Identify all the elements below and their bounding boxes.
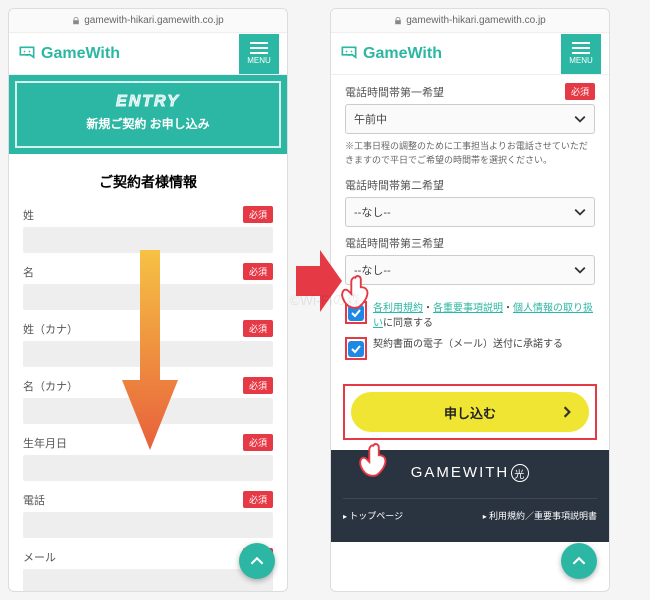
field-input[interactable] [23, 455, 273, 481]
agree-edoc-text: 契約書面の電子（メール）送付に承諾する [373, 337, 563, 352]
field-label: 電話 [23, 492, 45, 508]
field-input[interactable] [23, 569, 273, 591]
terms-link[interactable]: 各利用規約 [373, 303, 423, 314]
scroll-top-button[interactable] [561, 543, 597, 579]
entry-title: ENTRY [23, 93, 273, 111]
field-5: 電話 必須 [23, 491, 273, 538]
header: GameWith MENU [9, 33, 287, 75]
field-label: 名（カナ） [23, 378, 78, 394]
logo[interactable]: GameWith [17, 44, 120, 64]
chevron-down-icon [574, 206, 586, 218]
logo-icon [17, 44, 37, 64]
check-icon [351, 308, 361, 318]
logo[interactable]: GameWith [339, 44, 442, 64]
check-icon [351, 344, 361, 354]
chevron-up-icon [250, 554, 264, 568]
required-badge: 必須 [243, 263, 273, 280]
field-input[interactable] [23, 512, 273, 538]
field-label: 姓（カナ） [23, 321, 78, 337]
submit-label: 申し込む [444, 403, 496, 422]
slot3-select[interactable]: --なし-- [345, 255, 595, 285]
menu-label: MENU [247, 56, 271, 65]
entry-subtitle: 新規ご契約 お申し込み [23, 115, 273, 132]
footer-link-terms[interactable]: 利用規約／重要事項説明書 [483, 509, 597, 522]
url-bar: gamewith-hikari.gamewith.co.jp [9, 9, 287, 33]
field-label: 生年月日 [23, 435, 67, 451]
menu-label: MENU [569, 56, 593, 65]
page-body-right: 電話時間帯第一希望 必須 午前中 ※工事日程の調整のために工事担当よりお電話させ… [331, 75, 609, 591]
chevron-down-icon [574, 264, 586, 276]
agree-terms-row: 各利用規約・各重要事項説明・個人情報の取り扱いに同意する [345, 301, 595, 331]
agree-edoc-checkbox[interactable] [348, 341, 364, 357]
header: GameWith MENU [331, 33, 609, 75]
field-label: 姓 [23, 207, 34, 223]
important-link[interactable]: 各重要事項説明 [433, 303, 503, 314]
slot-note: ※工事日程の調整のために工事担当よりお電話させていただきますので平日でご希望の時… [345, 140, 595, 167]
slot3-label: 電話時間帯第三希望 [345, 235, 444, 251]
footer-logo-badge: 光 [511, 464, 529, 482]
agree-edoc-row: 契約書面の電子（メール）送付に承諾する [345, 337, 595, 360]
screenshot-right: gamewith-hikari.gamewith.co.jp GameWith … [330, 8, 610, 592]
footer-logo: GAMEWITH光 [343, 464, 597, 482]
required-badge: 必須 [243, 320, 273, 337]
chevron-down-icon [574, 113, 586, 125]
slot1-value: 午前中 [354, 111, 387, 127]
chevron-right-icon [561, 406, 573, 418]
field-label: 名 [23, 264, 34, 280]
form-section-title: ご契約者様情報 [23, 172, 273, 192]
slot2-label: 電話時間帯第二希望 [345, 177, 444, 193]
submit-highlight: 申し込む [343, 384, 597, 440]
field-1: 名 必須 [23, 263, 273, 310]
required-badge: 必須 [243, 206, 273, 223]
menu-button[interactable]: MENU [239, 34, 279, 74]
submit-button[interactable]: 申し込む [351, 392, 589, 432]
field-6: メール必須 [23, 548, 273, 591]
page-body-left: ENTRY 新規ご契約 お申し込み ご契約者様情報 姓必須名必須姓（カナ）必須名… [9, 75, 287, 591]
lock-icon [72, 17, 80, 25]
field-0: 姓 必須 [23, 206, 273, 253]
screenshot-left: gamewith-hikari.gamewith.co.jp GameWith … [8, 8, 288, 592]
chevron-up-icon [572, 554, 586, 568]
required-badge: 必須 [565, 83, 595, 100]
field-3: 名（カナ） 必須 [23, 377, 273, 424]
field-input[interactable] [23, 341, 273, 367]
field-2: 姓（カナ） 必須 [23, 320, 273, 367]
agree-terms-text: 各利用規約・各重要事項説明・個人情報の取り扱いに同意する [373, 301, 595, 331]
hamburger-icon [572, 42, 590, 54]
entry-banner: ENTRY 新規ご契約 お申し込み [9, 75, 287, 154]
menu-button[interactable]: MENU [561, 34, 601, 74]
scroll-top-button[interactable] [239, 543, 275, 579]
slot2-select[interactable]: --なし-- [345, 197, 595, 227]
url-bar: gamewith-hikari.gamewith.co.jp [331, 9, 609, 33]
field-input[interactable] [23, 227, 273, 253]
required-badge: 必須 [243, 434, 273, 451]
logo-text: GameWith [363, 45, 442, 63]
agree-terms-checkbox[interactable] [348, 305, 364, 321]
url-text: gamewith-hikari.gamewith.co.jp [84, 15, 224, 26]
logo-icon [339, 44, 359, 64]
field-input[interactable] [23, 284, 273, 310]
required-badge: 必須 [243, 377, 273, 394]
logo-text: GameWith [41, 45, 120, 63]
slot1-select[interactable]: 午前中 [345, 104, 595, 134]
hamburger-icon [250, 42, 268, 54]
slot3-value: --なし-- [354, 262, 391, 278]
footer: GAMEWITH光 トップページ 利用規約／重要事項説明書 [331, 450, 609, 542]
field-label: メール [23, 549, 56, 565]
field-4: 生年月日 必須 [23, 434, 273, 481]
lock-icon [394, 17, 402, 25]
required-badge: 必須 [243, 491, 273, 508]
field-input[interactable] [23, 398, 273, 424]
slot2-value: --なし-- [354, 204, 391, 220]
slot1-label: 電話時間帯第一希望 [345, 84, 444, 100]
footer-link-top[interactable]: トップページ [343, 509, 403, 522]
url-text: gamewith-hikari.gamewith.co.jp [406, 15, 546, 26]
